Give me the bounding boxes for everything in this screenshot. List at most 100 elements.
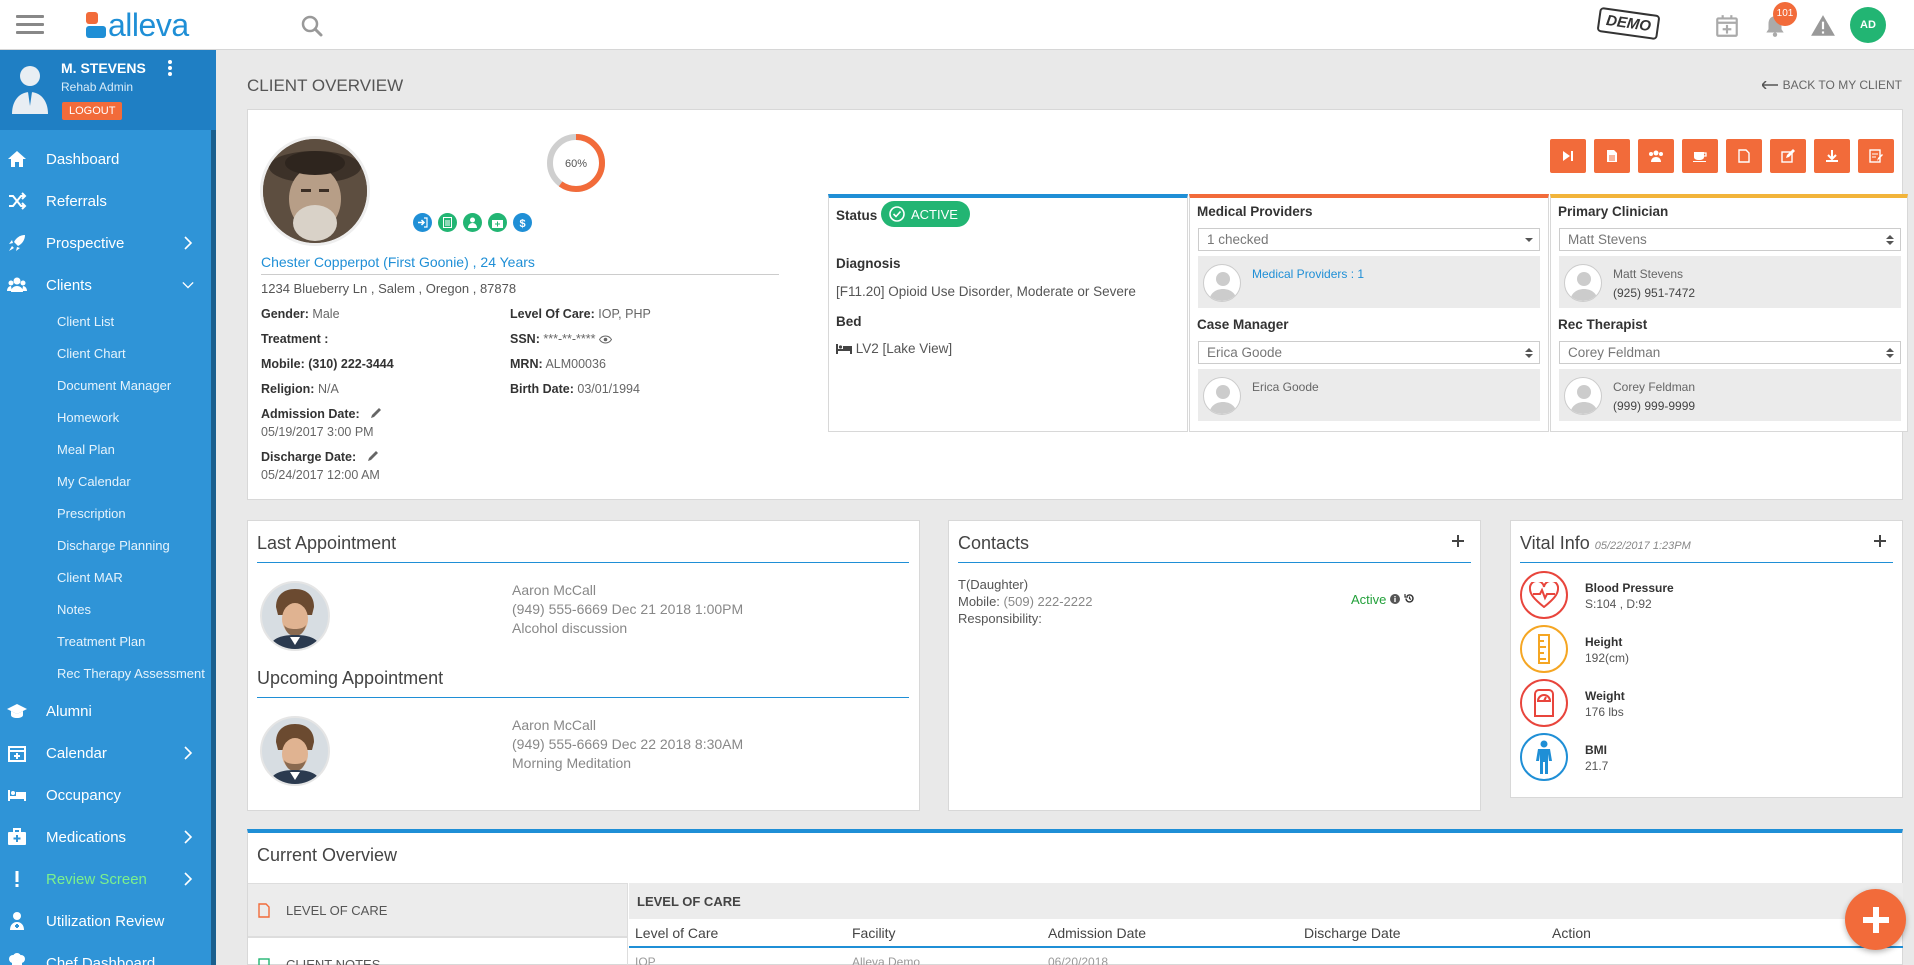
- divider: [257, 697, 909, 698]
- pencil-icon[interactable]: [367, 450, 379, 462]
- status-active-badge[interactable]: ACTIVE: [881, 201, 970, 227]
- warning-icon[interactable]: [1810, 13, 1836, 39]
- sidebar-item-clients[interactable]: Clients: [0, 264, 216, 306]
- add-fab-button[interactable]: [1845, 889, 1906, 950]
- user-avatar-button[interactable]: AD: [1850, 7, 1886, 43]
- chevron-right-icon: [184, 236, 193, 250]
- document-icon[interactable]: [438, 213, 457, 232]
- sidebar-item-dashboard[interactable]: Dashboard: [0, 138, 216, 180]
- column-header[interactable]: Level of Care: [635, 925, 718, 941]
- vital-value: 192(cm): [1585, 651, 1630, 665]
- medkit-icon[interactable]: [488, 213, 507, 232]
- sidebar-subitem-client-chart[interactable]: Client Chart: [0, 338, 216, 370]
- notes-button[interactable]: [1858, 139, 1894, 173]
- contacts-card: Contacts T(Daughter) Mobile: (509) 222-2…: [948, 520, 1481, 811]
- medical-providers-select[interactable]: 1 checked: [1198, 228, 1540, 251]
- vital-bmi: BMI 21.7: [1520, 733, 1900, 783]
- bed-value: LV2 [Lake View]: [836, 341, 952, 356]
- sidebar-subitem-homework[interactable]: Homework: [0, 402, 216, 434]
- edit-button[interactable]: [1770, 139, 1806, 173]
- client-name-link[interactable]: Chester Copperpot (First Goonie) , 24 Ye…: [261, 254, 535, 270]
- download-button[interactable]: [1814, 139, 1850, 173]
- sidebar-item-referrals[interactable]: Referrals: [0, 180, 216, 222]
- logout-button[interactable]: LOGOUT: [62, 102, 123, 120]
- group-button[interactable]: [1638, 139, 1674, 173]
- sidebar-item-calendar[interactable]: Calendar: [0, 732, 216, 774]
- column-header[interactable]: Action: [1552, 925, 1591, 941]
- progress-label: 60%: [565, 158, 587, 170]
- column-header[interactable]: Facility: [852, 925, 896, 941]
- plus-icon: [1862, 906, 1889, 933]
- case-manager-select[interactable]: Erica Goode: [1198, 341, 1540, 364]
- vital-info-card: Vital Info 05/22/2017 1:23PM Blood Press…: [1510, 520, 1903, 798]
- divider: [261, 274, 779, 275]
- sidebar-item-chef-dashboard[interactable]: Chef Dashboard: [0, 942, 216, 965]
- sidebar-subitem-client-mar[interactable]: Client MAR: [0, 562, 216, 594]
- coffee-button[interactable]: [1682, 139, 1718, 173]
- religion-field: Religion: N/A: [261, 382, 339, 396]
- divider: [257, 562, 909, 563]
- sidebar-item-medications[interactable]: Medications: [0, 816, 216, 858]
- sidebar-subitem-notes[interactable]: Notes: [0, 594, 216, 626]
- sidebar-subitem-document-manager[interactable]: Document Manager: [0, 370, 216, 402]
- add-contact-plus-icon[interactable]: [1451, 534, 1465, 548]
- sidebar-item-occupancy[interactable]: Occupancy: [0, 774, 216, 816]
- rec-therapist-label: Rec Therapist: [1558, 317, 1648, 332]
- sidebar-subitem-my-calendar[interactable]: My Calendar: [0, 466, 216, 498]
- user-md-icon[interactable]: [463, 213, 482, 232]
- divider: [629, 946, 1903, 948]
- sidebar-item-utilization-review[interactable]: Utilization Review: [0, 900, 216, 942]
- sidebar-item-prospective[interactable]: Prospective: [0, 222, 216, 264]
- column-header[interactable]: Discharge Date: [1304, 925, 1401, 941]
- user-menu-kebab-icon[interactable]: [163, 60, 177, 78]
- clients-submenu: Client List Client Chart Document Manage…: [0, 306, 216, 690]
- ruler-icon: [1520, 625, 1568, 673]
- sidebar-subitem-client-list[interactable]: Client List: [0, 306, 216, 338]
- notification-count-badge[interactable]: 101: [1773, 2, 1797, 26]
- hamburger-menu-icon[interactable]: [16, 15, 44, 35]
- appointment-person: Aaron McCall: [512, 582, 597, 598]
- pencil-icon[interactable]: [370, 407, 382, 419]
- file-icon: [258, 902, 270, 918]
- top-bar: alleva DEMO 101 AD: [0, 0, 1914, 50]
- tab-level-of-care[interactable]: LEVEL OF CARE: [248, 883, 627, 937]
- dollar-icon[interactable]: $: [513, 213, 532, 232]
- sidebar-subitem-treatment-plan[interactable]: Treatment Plan: [0, 626, 216, 658]
- add-vitals-plus-icon[interactable]: [1873, 534, 1887, 548]
- column-header[interactable]: Admission Date: [1048, 925, 1146, 941]
- appointments-card: Last Appointment Aaron McCall (949) 555-…: [247, 520, 920, 811]
- file-text-button[interactable]: [1594, 139, 1630, 173]
- eye-icon[interactable]: [598, 335, 613, 344]
- sign-in-icon[interactable]: [413, 213, 432, 232]
- primary-clinician-select[interactable]: Matt Stevens: [1559, 228, 1901, 251]
- sidebar-subitem-rec-therapy-assessment[interactable]: Rec Therapy Assessment: [0, 658, 216, 690]
- back-to-my-client-link[interactable]: BACK TO MY CLIENT: [1761, 78, 1902, 92]
- sidebar-subitem-meal-plan[interactable]: Meal Plan: [0, 434, 216, 466]
- step-forward-button[interactable]: [1550, 139, 1586, 173]
- appointment-avatar: [260, 716, 330, 786]
- file-button[interactable]: [1726, 139, 1762, 173]
- history-icon[interactable]: [1404, 593, 1415, 604]
- chevron-right-icon: [184, 872, 193, 886]
- sidebar-subitem-discharge-planning[interactable]: Discharge Planning: [0, 530, 216, 562]
- avatar: [1564, 377, 1602, 415]
- chevron-down-icon: [182, 281, 194, 289]
- sidebar-item-review-screen[interactable]: Review Screen: [0, 858, 216, 900]
- sidebar-item-alumni[interactable]: Alumni: [0, 690, 216, 732]
- tab-client-notes[interactable]: CLIENT NOTES: [248, 937, 627, 965]
- medical-providers-count-link[interactable]: Medical Providers : 1: [1252, 267, 1364, 281]
- diagnosis-label: Diagnosis: [836, 256, 901, 271]
- search-icon[interactable]: [300, 14, 324, 38]
- graduation-cap-icon: [7, 704, 27, 718]
- info-icon[interactable]: [1390, 594, 1401, 604]
- select-value: Corey Feldman: [1568, 345, 1661, 360]
- discharge-date-value: 05/24/2017 12:00 AM: [261, 468, 380, 482]
- appointment-topic: Alcohol discussion: [512, 620, 628, 636]
- calendar-plus-icon[interactable]: [1714, 13, 1740, 39]
- rec-therapist-card: Corey Feldman (999) 999-9999: [1559, 369, 1901, 421]
- primary-clinician-panel: Primary Clinician Matt Stevens Matt Stev…: [1550, 194, 1908, 432]
- alleva-logo[interactable]: alleva: [86, 8, 189, 42]
- sidebar-subitem-prescription[interactable]: Prescription: [0, 498, 216, 530]
- contact-relation: T(Daughter): [958, 577, 1029, 592]
- rec-therapist-select[interactable]: Corey Feldman: [1559, 341, 1901, 364]
